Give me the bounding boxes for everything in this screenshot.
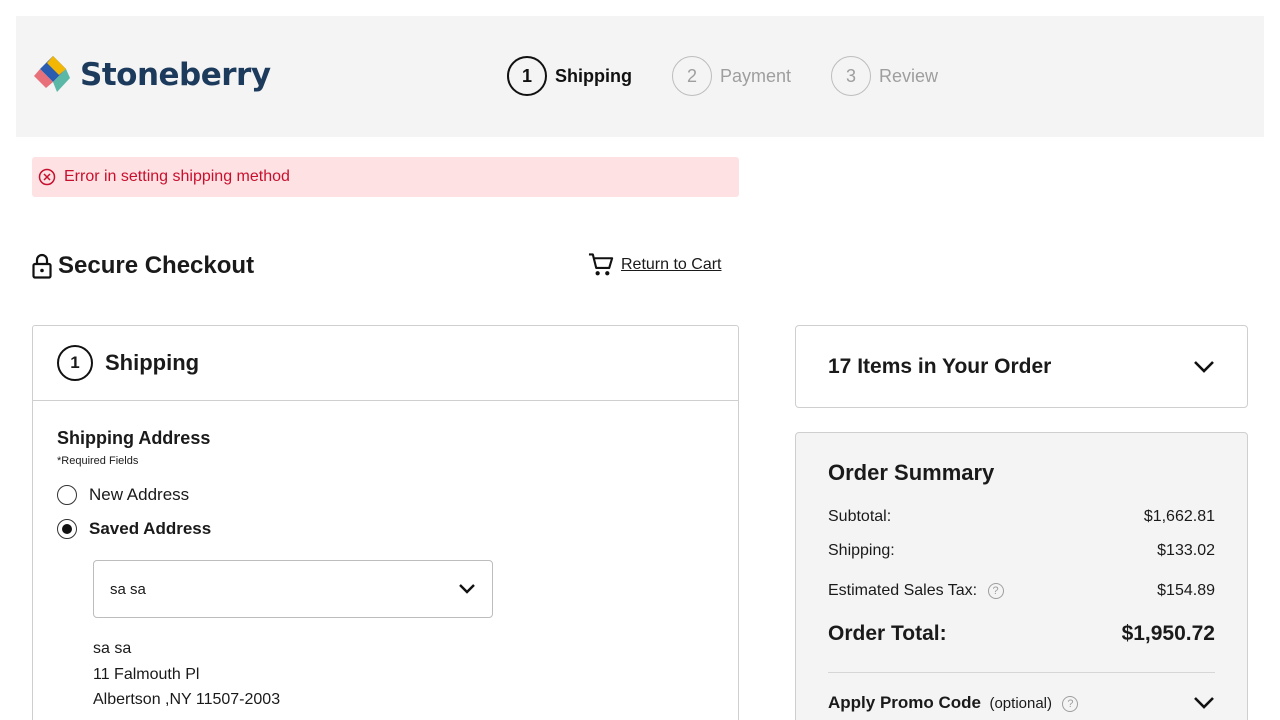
step-label: Review: [879, 65, 939, 86]
required-fields-note: *Required Fields: [57, 455, 139, 467]
subtotal-row: Subtotal: $1,662.81: [828, 508, 1215, 526]
return-to-cart-label[interactable]: Return to Cart: [621, 256, 721, 274]
cart-icon: [588, 253, 614, 276]
saved-address-label[interactable]: Saved Address: [89, 519, 211, 539]
saved-address-radio[interactable]: [57, 519, 77, 539]
step-number: 2: [671, 56, 712, 96]
shipping-card-header: 1 Shipping: [33, 326, 738, 401]
secure-checkout-heading: Secure Checkout: [32, 252, 254, 280]
order-summary: Order Summary Subtotal: $1,662.81 Shippi…: [795, 432, 1248, 720]
help-icon[interactable]: ?: [1062, 695, 1079, 712]
promo-code-toggle[interactable]: Apply Promo Code (optional) ?: [828, 693, 1215, 713]
address-line-name: sa sa: [93, 640, 132, 657]
new-address-radio[interactable]: [57, 485, 77, 505]
stoneberry-logo[interactable]: Stoneberry: [32, 54, 271, 96]
step-number: 3: [831, 56, 872, 96]
logo-mark-icon: [34, 56, 70, 92]
subtotal-value: $1,662.81: [1143, 508, 1215, 525]
saved-address-dropdown[interactable]: sa sa: [93, 560, 493, 618]
step-review: 3 Review: [831, 56, 938, 96]
sales-tax-value: $154.89: [1157, 582, 1215, 599]
lock-icon: [32, 253, 52, 279]
promo-optional-label: (optional): [989, 695, 1053, 712]
page-title: Secure Checkout: [58, 252, 255, 279]
shipping-cost-row: Shipping: $133.02: [828, 542, 1215, 560]
help-icon[interactable]: ?: [987, 582, 1004, 599]
error-banner: Error in setting shipping method: [32, 157, 739, 197]
brand-name: Stoneberry: [80, 56, 271, 93]
order-items-title: 17 Items in Your Order: [828, 354, 1052, 378]
order-items-toggle[interactable]: 17 Items in Your Order: [795, 325, 1248, 408]
selected-address-details: sa sa 11 Falmouth Pl Albertson ,NY 11507…: [93, 636, 714, 713]
order-total-row: Order Total: $1,950.72: [828, 622, 1215, 646]
selected-address-value: sa sa: [110, 580, 146, 598]
shipping-step-number: 1: [57, 345, 93, 381]
subtotal-label: Subtotal:: [828, 508, 892, 525]
address-line-street: 11 Falmouth Pl: [93, 665, 200, 683]
address-line-city: Albertson ,NY 11507-2003: [93, 691, 281, 708]
new-address-option[interactable]: New Address: [57, 485, 714, 505]
shipping-cost-label: Shipping:: [828, 542, 895, 559]
step-label: Payment: [719, 65, 792, 86]
promo-code-label: Apply Promo Code: [828, 693, 982, 712]
sales-tax-label: Estimated Sales Tax:: [828, 582, 978, 599]
chevron-down-icon: [1194, 360, 1214, 373]
step-number: 1: [507, 56, 547, 96]
shipping-address-title: Shipping Address: [57, 428, 211, 448]
shipping-cost-value: $133.02: [1157, 542, 1215, 559]
checkout-steps: 1 Shipping 2 Payment 3 Review: [507, 56, 978, 96]
step-label: Shipping: [555, 65, 632, 86]
sales-tax-row: Estimated Sales Tax: ? $154.89: [828, 582, 1215, 600]
step-payment: 2 Payment: [671, 56, 792, 96]
saved-address-option[interactable]: Saved Address: [57, 519, 714, 539]
step-shipping: 1 Shipping: [507, 56, 632, 96]
shipping-card-body: Shipping Address *Required Fields New Ad…: [33, 401, 738, 713]
checkout-header: Stoneberry 1 Shipping 2 Payment 3 Review: [16, 16, 1264, 137]
chevron-down-icon: [459, 584, 475, 594]
shipping-card-title: Shipping: [105, 350, 200, 375]
shipping-card: 1 Shipping Shipping Address *Required Fi…: [32, 325, 739, 720]
order-total-label: Order Total:: [828, 622, 947, 645]
summary-divider: [828, 672, 1215, 673]
new-address-label[interactable]: New Address: [89, 485, 189, 505]
order-total-value: $1,950.72: [1121, 622, 1215, 645]
order-summary-title: Order Summary: [828, 460, 995, 485]
error-message: Error in setting shipping method: [64, 168, 290, 185]
error-circle-icon: [38, 168, 56, 186]
return-to-cart-link[interactable]: Return to Cart: [588, 252, 721, 278]
chevron-down-icon: [1194, 697, 1214, 709]
